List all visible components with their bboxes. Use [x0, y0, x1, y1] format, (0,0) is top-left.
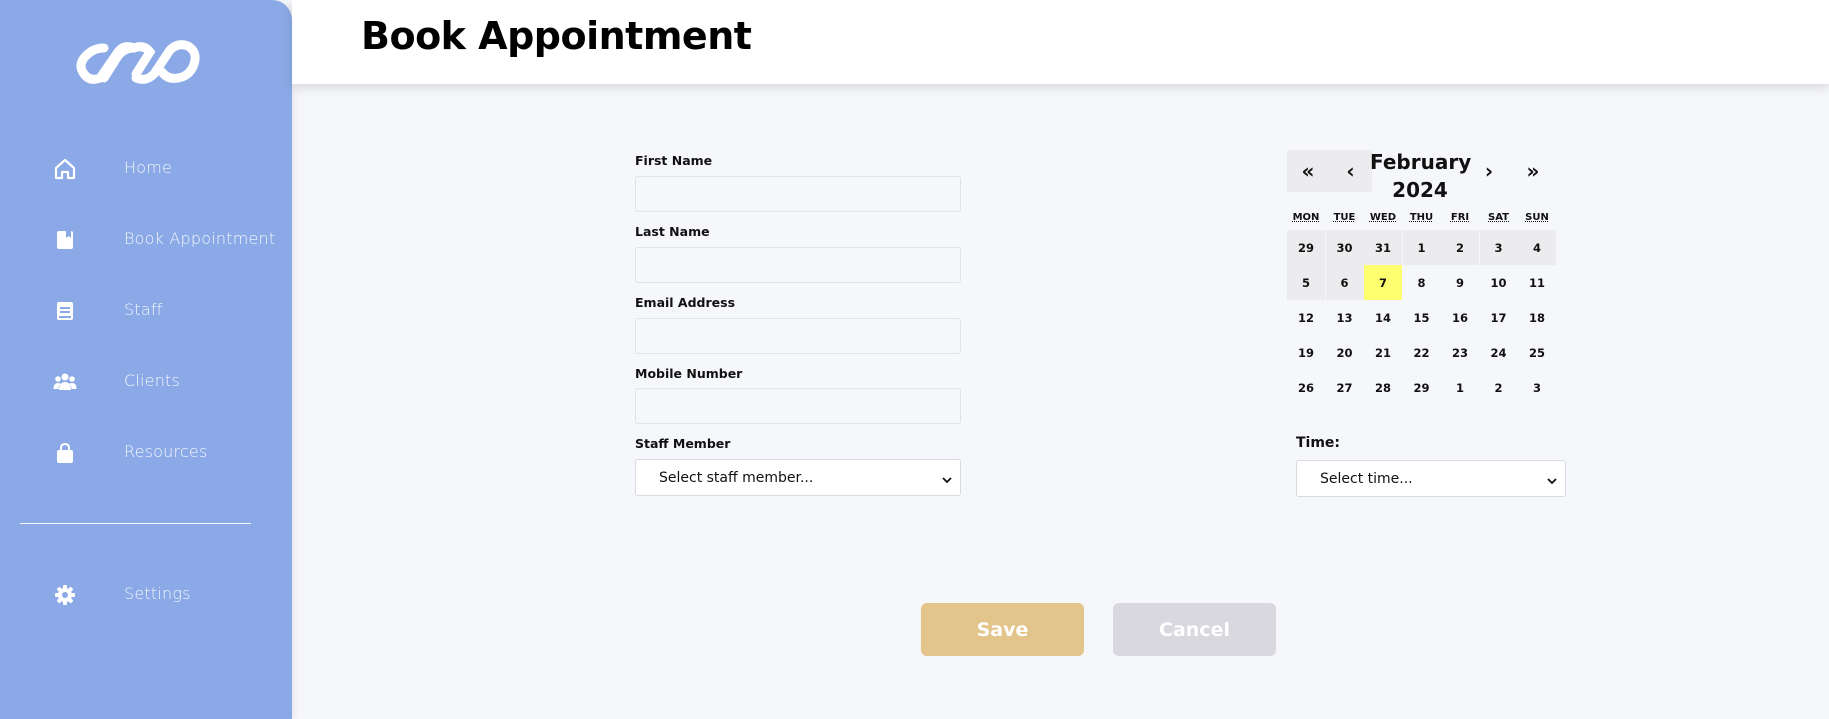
calendar-day[interactable]: 15 [1403, 300, 1441, 335]
email-label: Email Address [635, 295, 736, 310]
calendar-weekday-header: WED [1369, 212, 1397, 223]
calendar-day[interactable]: 27 [1326, 370, 1364, 405]
calendar-day[interactable]: 5 [1287, 265, 1325, 300]
mobile-input[interactable] [635, 388, 961, 424]
calendar-day[interactable]: 24 [1480, 335, 1518, 370]
calendar-day[interactable]: 2 [1441, 230, 1479, 265]
calendar-month: February [1370, 150, 1472, 174]
calendar-day[interactable]: 13 [1326, 300, 1364, 335]
staff-member-label: Staff Member [635, 436, 731, 451]
staff-book-icon [52, 298, 78, 324]
calendar-day[interactable]: 30 [1325, 230, 1364, 265]
sidebar-item-staff[interactable]: Staff [0, 290, 292, 330]
mobile-label: Mobile Number [635, 366, 743, 381]
sidebar-item-clients[interactable]: Clients [0, 361, 292, 401]
calendar-day[interactable]: 28 [1364, 370, 1402, 405]
calendar-day[interactable]: 7 [1364, 265, 1402, 300]
resources-bag-icon [52, 440, 78, 466]
book-appointment-icon [52, 227, 78, 253]
last-name-label: Last Name [635, 224, 710, 239]
sidebar-item-book-appointment[interactable]: Book Appointment [0, 219, 292, 259]
calendar-day[interactable]: 10 [1480, 265, 1518, 300]
calendar-weekday-header: SUN [1525, 212, 1549, 223]
calendar-day[interactable]: 8 [1403, 265, 1441, 300]
calendar-day[interactable]: 6 [1325, 265, 1364, 300]
time-label: Time: [1296, 435, 1341, 451]
gear-icon [52, 582, 78, 608]
sidebar-item-label: Home [124, 158, 173, 177]
calendar-next-year-button[interactable]: » [1514, 150, 1552, 192]
first-name-input[interactable] [635, 176, 961, 212]
sidebar: Home Book Appointment Staff Clients Reso… [0, 0, 292, 719]
home-icon [52, 156, 78, 182]
calendar-day[interactable]: 29 [1287, 230, 1325, 265]
calendar-weekday-header: SAT [1488, 212, 1509, 223]
calendar-day[interactable]: 1 [1402, 230, 1441, 265]
sidebar-item-home[interactable]: Home [0, 148, 292, 188]
calendar-day[interactable]: 21 [1364, 335, 1402, 370]
calendar-day[interactable]: 3 [1479, 230, 1518, 265]
calendar-next-month-button[interactable]: › [1470, 150, 1508, 192]
calendar-day[interactable]: 19 [1287, 335, 1325, 370]
top-header: Book Appointment [292, 0, 1829, 84]
calendar-weekday-header: TUE [1333, 212, 1356, 223]
time-select-value: Select time... [1320, 470, 1413, 487]
save-button[interactable]: Save [921, 603, 1084, 656]
app-logo [74, 34, 204, 90]
sidebar-item-label: Staff [124, 300, 163, 319]
calendar-day[interactable]: 29 [1403, 370, 1441, 405]
first-name-label: First Name [635, 153, 713, 168]
calendar-day[interactable]: 26 [1287, 370, 1325, 405]
time-select[interactable]: Select time... [1296, 460, 1566, 497]
calendar-prev-month-button[interactable]: ‹ [1329, 150, 1372, 192]
calendar-day[interactable]: 9 [1441, 265, 1479, 300]
calendar-day[interactable]: 2 [1480, 370, 1518, 405]
calendar-weekday-header: THU [1409, 212, 1434, 223]
calendar-month-title: February 2024 [1370, 148, 1472, 204]
sidebar-item-label: Settings [124, 584, 191, 603]
calendar-day[interactable]: 16 [1441, 300, 1479, 335]
calendar-prev-year-button[interactable]: « [1287, 150, 1329, 192]
clients-icon [52, 369, 78, 395]
sidebar-item-label: Clients [124, 371, 181, 390]
calendar-day[interactable]: 17 [1480, 300, 1518, 335]
page-title: Book Appointment [361, 14, 752, 58]
chevron-down-icon [942, 473, 952, 484]
calendar-day[interactable]: 23 [1441, 335, 1479, 370]
calendar-day[interactable]: 22 [1403, 335, 1441, 370]
last-name-input[interactable] [635, 247, 961, 283]
calendar-day[interactable]: 12 [1287, 300, 1325, 335]
sidebar-item-settings[interactable]: Settings [0, 574, 292, 614]
calendar-weekday-header: FRI [1450, 212, 1470, 223]
calendar-weekday-header: MON [1292, 212, 1320, 223]
sidebar-divider [20, 523, 251, 524]
calendar-day[interactable]: 18 [1518, 300, 1556, 335]
calendar-day[interactable]: 3 [1518, 370, 1556, 405]
chevron-down-icon [1547, 474, 1557, 485]
calendar-day[interactable]: 20 [1326, 335, 1364, 370]
calendar-day[interactable]: 1 [1441, 370, 1479, 405]
calendar-day[interactable]: 31 [1364, 230, 1402, 265]
sidebar-item-label: Book Appointment [124, 229, 276, 248]
calendar-day[interactable]: 4 [1518, 230, 1556, 265]
email-input[interactable] [635, 318, 961, 354]
cancel-button[interactable]: Cancel [1113, 603, 1276, 656]
sidebar-item-resources[interactable]: Resources [0, 432, 292, 472]
calendar-day[interactable]: 11 [1518, 265, 1556, 300]
sidebar-item-label: Resources [124, 442, 208, 461]
staff-member-select[interactable]: Select staff member... [635, 459, 961, 496]
calendar-day[interactable]: 14 [1364, 300, 1402, 335]
calendar-year: 2024 [1392, 178, 1448, 202]
calendar-day[interactable]: 25 [1518, 335, 1556, 370]
staff-member-select-value: Select staff member... [659, 469, 814, 486]
